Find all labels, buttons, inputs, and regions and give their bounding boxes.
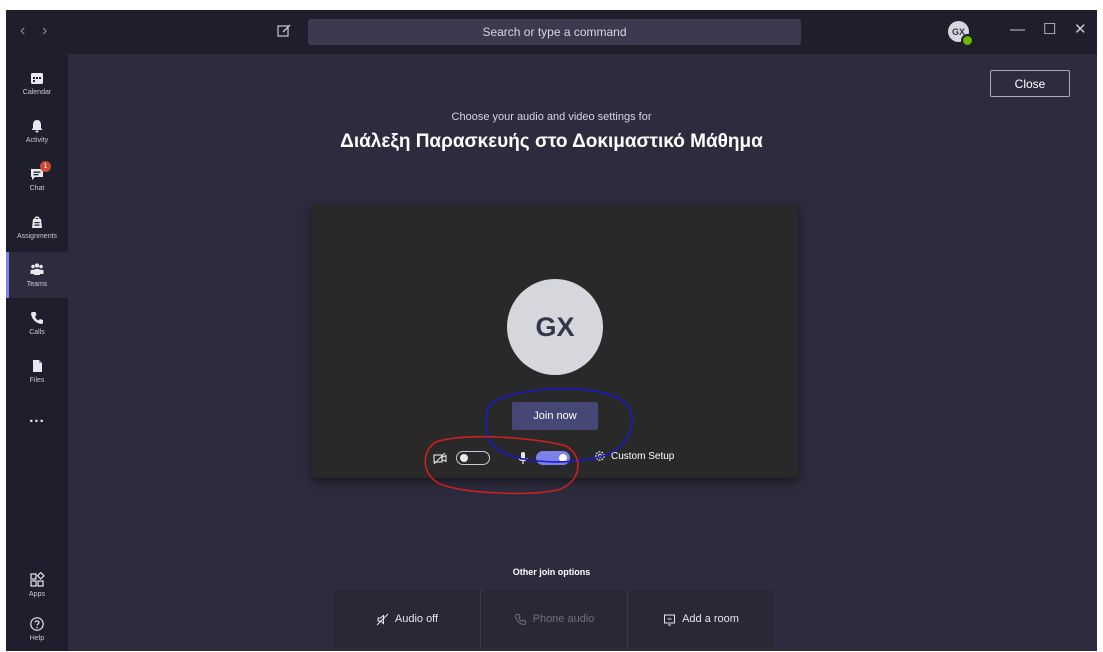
rail-label-files: Files [29, 377, 45, 384]
close-button-label: Close [1014, 76, 1046, 91]
rail-item-calls[interactable]: Calls [6, 300, 68, 346]
phone-icon [31, 312, 43, 324]
calendar-icon [31, 73, 43, 84]
microphone-icon [518, 452, 528, 464]
rail-item-calendar[interactable]: Calendar [6, 60, 68, 106]
back-arrow-icon[interactable]: ‹ [20, 23, 25, 39]
audio-off-label: Audio off [394, 613, 439, 625]
phone-audio-label: Phone audio [532, 613, 595, 625]
custom-setup-label: Custom Setup [611, 450, 675, 462]
rail-item-teams[interactable]: Teams [6, 252, 68, 298]
rail-label-calls: Calls [29, 329, 45, 336]
rail-label-help: Help [29, 635, 45, 642]
presence-status-icon [961, 34, 974, 47]
video-preview-panel: GX Join now Custom Setup [312, 206, 798, 478]
rail-item-help[interactable]: Help [6, 606, 68, 652]
rail-label-calendar: Calendar [22, 89, 52, 96]
other-join-options: Audio off Phone audio Add a room [334, 590, 774, 648]
more-icon: ... [29, 408, 45, 426]
active-indicator [6, 252, 9, 298]
chat-unread-badge: 1 [40, 161, 51, 172]
settings-subtitle: Choose your audio and video settings for [451, 111, 652, 123]
close-button[interactable]: Close [990, 70, 1070, 97]
custom-setup-button[interactable]: Custom Setup [594, 450, 674, 462]
gear-icon [595, 451, 605, 461]
add-a-room-label: Add a room [682, 613, 739, 625]
user-avatar-initials: GX [535, 311, 575, 342]
camera-toggle-knob [460, 453, 468, 462]
rail-label-assignments: Assignments [16, 233, 58, 240]
phone-audio-option[interactable]: Phone audio [481, 590, 628, 648]
compose-icon[interactable] [276, 23, 292, 39]
rail-label-apps: Apps [29, 591, 45, 598]
rail-item-more[interactable]: ... [6, 394, 68, 440]
rail-label-chat: Chat [29, 185, 45, 192]
meeting-title: Διάλεξη Παρασκευής στο Δοκιμαστικό Μάθημ… [340, 131, 763, 152]
maximize-button[interactable]: ☐ [1043, 22, 1056, 38]
forward-arrow-icon[interactable]: › [42, 23, 47, 39]
room-icon [664, 614, 676, 625]
microphone-toggle[interactable] [536, 451, 570, 465]
search-placeholder: Search or type a command [482, 25, 627, 39]
rail-label-teams: Teams [26, 281, 48, 288]
rail-item-assignments[interactable]: Assignments [6, 204, 68, 250]
audio-off-option[interactable]: Audio off [334, 590, 481, 648]
close-window-button[interactable]: ✕ [1074, 22, 1087, 38]
camera-off-icon [433, 452, 447, 465]
camera-toggle[interactable] [456, 451, 490, 465]
speaker-off-icon [376, 613, 389, 625]
minimize-button[interactable]: — [1010, 22, 1025, 38]
assignments-icon [32, 216, 42, 228]
file-icon [33, 360, 42, 372]
microphone-toggle-knob [559, 454, 567, 462]
title-bar: ‹ › Search or type a command GX — ☐ ✕ [6, 10, 1097, 54]
teams-window: ‹ › Search or type a command GX — ☐ ✕ Ca… [6, 10, 1097, 651]
teams-icon [30, 263, 44, 275]
other-join-options-label: Other join options [512, 567, 591, 577]
join-now-button[interactable]: Join now [512, 402, 598, 430]
join-now-label: Join now [533, 410, 577, 422]
rail-item-files[interactable]: Files [6, 348, 68, 394]
help-icon [30, 617, 44, 631]
rail-item-chat[interactable]: 1 Chat [6, 156, 68, 202]
add-a-room-option[interactable]: Add a room [628, 590, 774, 648]
user-avatar: GX [507, 279, 603, 375]
search-input[interactable]: Search or type a command [308, 19, 801, 45]
phone-icon [514, 613, 526, 625]
